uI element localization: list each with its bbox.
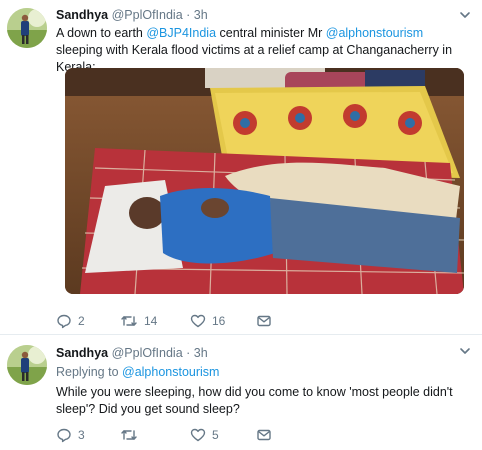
chevron-down-icon[interactable] [458,8,472,22]
like-button[interactable]: 5 [190,427,219,443]
mention-link[interactable]: @BJP4India [146,26,216,40]
mention-link[interactable]: @alphonstourism [122,365,219,379]
reply-count: 3 [78,428,85,442]
reply-button[interactable]: 3 [56,427,85,443]
retweet-button[interactable] [120,427,144,443]
like-button[interactable]: 16 [190,313,225,329]
like-icon [190,427,206,443]
reply-count: 2 [78,314,85,328]
separator-dot: · [186,346,191,360]
tweet-photo[interactable] [65,68,464,294]
tweet-header: Sandhya @PplOfIndia · 3h [56,346,208,360]
direct-message-icon [256,427,272,443]
timestamp[interactable]: 3h [194,346,208,360]
retweet-count: 14 [144,314,158,328]
retweet-icon [120,313,138,329]
direct-message-icon [256,313,272,329]
mention-link[interactable]: @alphonstourism [326,26,423,40]
reply-icon [56,313,72,329]
reply-button[interactable]: 2 [56,313,85,329]
like-icon [190,313,206,329]
author-name[interactable]: Sandhya [56,346,108,360]
retweet-button[interactable]: 14 [120,313,157,329]
tweet-2[interactable]: Sandhya @PplOfIndia · 3h Replying to @al… [0,336,482,450]
avatar[interactable] [7,345,47,385]
avatar[interactable] [7,8,47,48]
tweet-text: While you were sleeping, how did you com… [56,385,453,416]
like-count: 16 [212,314,226,328]
author-name[interactable]: Sandhya [56,8,108,22]
replying-to: Replying to @alphonstourism [56,365,220,379]
tweet-header: Sandhya @PplOfIndia · 3h [56,8,208,22]
chevron-down-icon[interactable] [458,344,472,358]
direct-message-button[interactable] [256,427,272,443]
author-handle[interactable]: @PplOfIndia [112,8,183,22]
retweet-icon [120,427,138,443]
author-handle[interactable]: @PplOfIndia [112,346,183,360]
direct-message-button[interactable] [256,313,272,329]
reply-icon [56,427,72,443]
tweet-1[interactable]: Sandhya @PplOfIndia · 3h A down to earth… [0,0,482,335]
separator-dot: · [186,8,191,22]
timestamp[interactable]: 3h [194,8,208,22]
like-count: 5 [212,428,219,442]
